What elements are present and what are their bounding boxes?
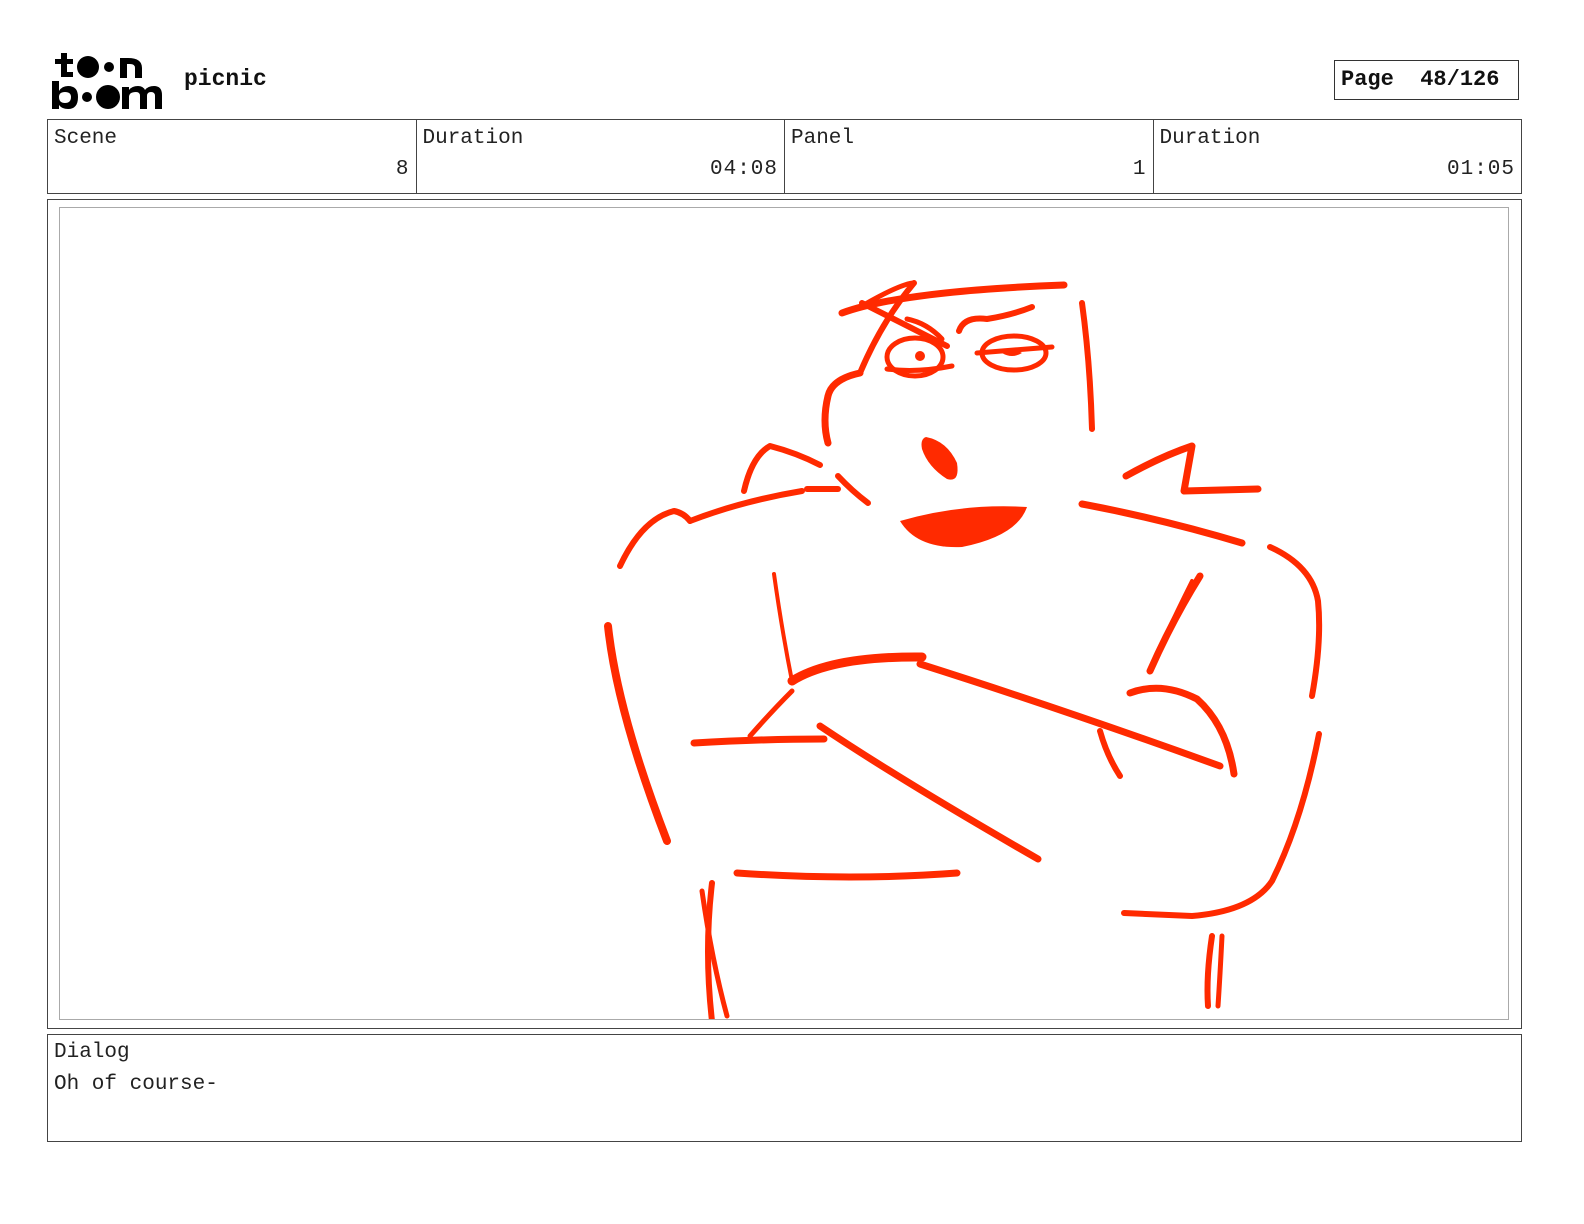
dialog-label: Dialog (54, 1041, 130, 1064)
character-sketch (604, 280, 1323, 1019)
scene-label: Scene (54, 127, 118, 150)
scene-value: 8 (395, 158, 410, 181)
panel-duration-value: 01:05 (1446, 158, 1515, 181)
scene-duration-cell: Duration 04:08 (417, 120, 785, 193)
storyboard-panel (47, 199, 1522, 1029)
dialog-box: Dialog Oh of course- (47, 1034, 1522, 1142)
page-label: Page (1341, 67, 1394, 92)
panel-duration-label: Duration (1159, 127, 1261, 150)
dialog-text: Oh of course- (54, 1073, 218, 1096)
panel-value: 1 (1132, 158, 1147, 181)
panel-image-area (59, 207, 1509, 1020)
page-number: 48/126 (1420, 67, 1500, 92)
panel-info-row: Scene 8 Duration 04:08 Panel 1 Duration … (47, 119, 1522, 194)
scene-duration-value: 04:08 (709, 158, 778, 181)
scene-cell: Scene 8 (48, 120, 417, 193)
panel-duration-cell: Duration 01:05 (1154, 120, 1522, 193)
project-title: picnic (184, 66, 267, 92)
toon-boom-logo (52, 53, 162, 109)
panel-cell: Panel 1 (785, 120, 1154, 193)
panel-label: Panel (791, 127, 855, 150)
scene-duration-label: Duration (422, 127, 524, 150)
page-indicator: Page 48/126 (1334, 60, 1519, 100)
